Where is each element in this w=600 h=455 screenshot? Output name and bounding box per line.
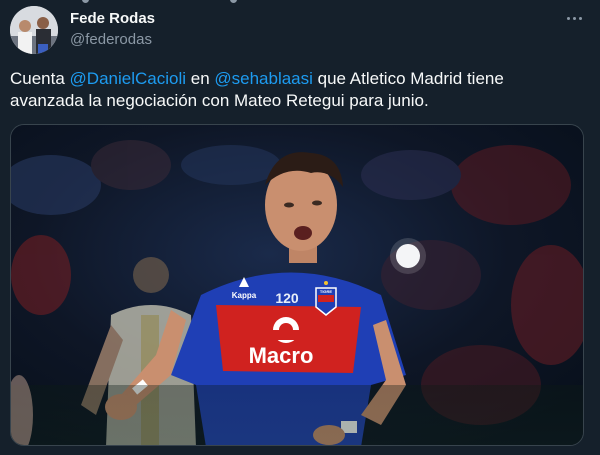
avatar-image	[10, 6, 58, 54]
tweet-text-segment: en	[186, 69, 215, 88]
more-horizontal-icon	[567, 17, 570, 20]
author-handle[interactable]: @federodas	[70, 31, 152, 48]
shirt-sponsor-text: Macro	[249, 343, 314, 368]
previous-tweet-edge	[0, 0, 600, 4]
shirt-anniversary-badge: 120	[275, 290, 299, 306]
kit-brand-text: Kappa	[232, 291, 257, 300]
tweet-text: Cuenta @DanielCacioli en @sehablaasi que…	[10, 68, 580, 112]
more-horizontal-icon	[579, 17, 582, 20]
ellipsis-dot	[82, 0, 89, 3]
club-crest-text: TIGRE	[320, 289, 333, 294]
tweet-photo[interactable]: Macro Kappa 120 TIGRE	[10, 124, 584, 446]
mention-link[interactable]: @DanielCacioli	[70, 69, 186, 88]
more-options-button[interactable]	[564, 8, 586, 28]
author-name[interactable]: Fede Rodas	[70, 10, 155, 27]
tweet-text-segment: Cuenta	[10, 69, 70, 88]
football-player-photo: Macro Kappa 120 TIGRE	[11, 125, 583, 445]
avatar[interactable]	[10, 6, 58, 54]
ellipsis-dot	[230, 0, 237, 3]
more-horizontal-icon	[573, 17, 576, 20]
mention-link[interactable]: @sehablaasi	[214, 69, 313, 88]
